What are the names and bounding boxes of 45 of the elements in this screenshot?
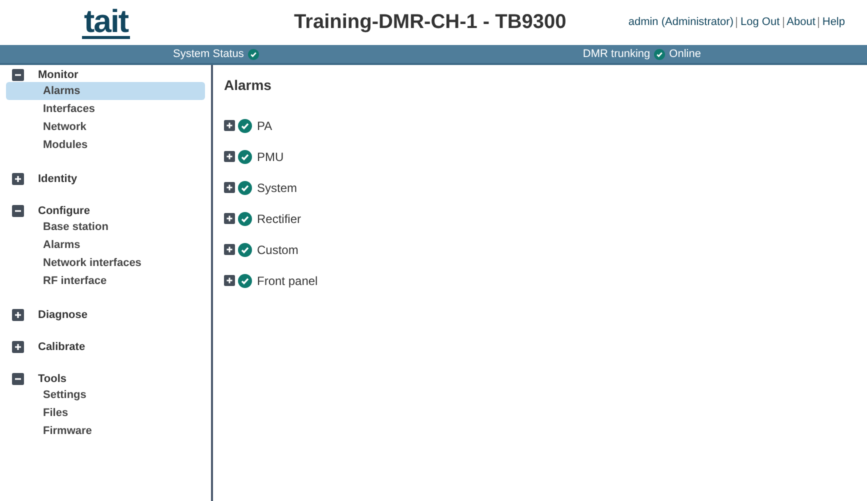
page-heading: Alarms: [224, 77, 272, 93]
sidebar-group[interactable]: Configure: [38, 205, 90, 217]
expand-icon[interactable]: [224, 120, 235, 131]
sidebar-group[interactable]: Identity: [38, 173, 78, 185]
alarm-category[interactable]: Rectifier: [257, 212, 302, 226]
sidebar-item[interactable]: Base station: [6, 218, 205, 236]
expand-icon[interactable]: [224, 244, 235, 255]
sidebar-group[interactable]: Tools: [38, 373, 67, 385]
logo: tait: [82, 6, 130, 38]
collapse-icon[interactable]: [12, 373, 24, 385]
alarm-category[interactable]: System: [257, 180, 298, 194]
user-name: admin (Administrator): [628, 16, 734, 28]
expand-icon[interactable]: [12, 173, 24, 185]
device-title: Training-DMR-CH-1 - TB9300: [293, 10, 568, 34]
expand-icon[interactable]: [224, 182, 235, 193]
alarm-category[interactable]: PA: [257, 118, 272, 132]
collapse-icon[interactable]: [12, 69, 24, 81]
expand-icon[interactable]: [224, 275, 235, 286]
expand-icon[interactable]: [12, 309, 24, 321]
alarm-category[interactable]: Front panel: [257, 274, 318, 288]
sidebar-item[interactable]: Firmware: [6, 422, 205, 440]
sidebar-item[interactable]: Network: [6, 118, 205, 136]
status-label: System Status: [173, 48, 244, 60]
expand-icon[interactable]: [224, 151, 235, 162]
sidebar-item[interactable]: Alarms: [6, 236, 205, 254]
header-link[interactable]: Help: [822, 16, 845, 28]
sidebar-group[interactable]: Diagnose: [38, 309, 88, 321]
expand-icon[interactable]: [12, 341, 24, 353]
collapse-icon[interactable]: [12, 205, 24, 217]
alarm-category[interactable]: PMU: [257, 150, 284, 164]
sidebar-group[interactable]: Monitor: [38, 69, 78, 81]
sidebar-item[interactable]: Network interfaces: [6, 254, 205, 272]
sidebar-item[interactable]: Alarms: [6, 82, 205, 100]
status-label: DMR trunking: [582, 48, 650, 60]
sidebar-item[interactable]: Modules: [6, 136, 205, 154]
sidebar-item[interactable]: RF interface: [6, 272, 205, 290]
status-value: Online: [669, 48, 701, 60]
alarm-category[interactable]: Custom: [257, 242, 298, 256]
header-link[interactable]: Log Out: [740, 16, 780, 28]
sidebar-item[interactable]: Settings: [6, 386, 205, 404]
sidebar-item[interactable]: Files: [6, 404, 205, 422]
sidebar-item[interactable]: Interfaces: [6, 100, 205, 118]
sidebar-group[interactable]: Calibrate: [38, 341, 86, 353]
header-link[interactable]: About: [786, 16, 816, 28]
expand-icon[interactable]: [224, 213, 235, 224]
